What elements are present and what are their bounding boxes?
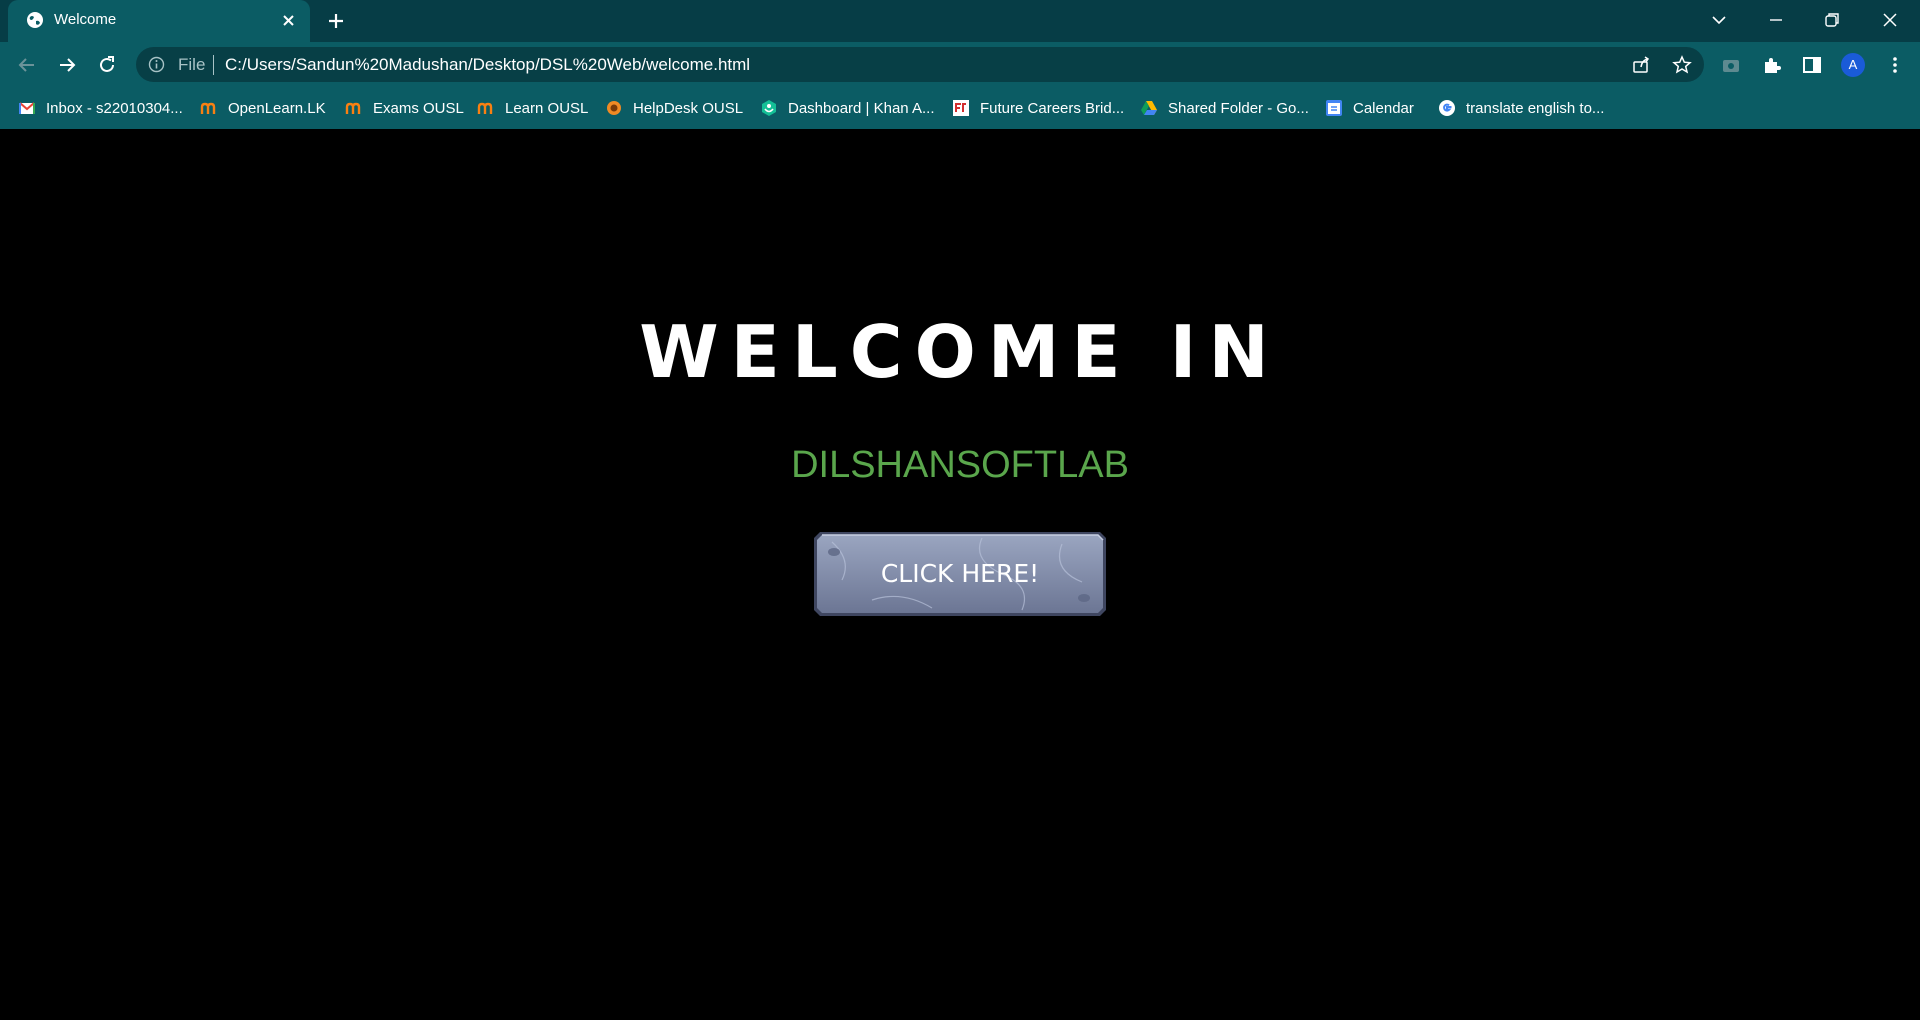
bookmark-item[interactable]: OpenLearn.LK <box>200 96 326 120</box>
moodle-icon <box>345 102 361 114</box>
brand-name: DILSHANSOFTLAB <box>791 444 1129 486</box>
profile-avatar[interactable]: A <box>1841 53 1865 77</box>
bookmark-item[interactable]: Future Careers Brid... <box>952 96 1124 120</box>
close-tab-icon[interactable] <box>280 12 297 29</box>
scheme-divider <box>213 55 214 75</box>
bookmarks-bar: Inbox - s22010304... OpenLearn.LK Exams … <box>0 88 1920 130</box>
screenshot-disabled-icon[interactable] <box>1720 54 1742 76</box>
bookmark-item[interactable]: Exams OUSL <box>345 96 464 120</box>
url-text[interactable]: C:/Users/Sandun%20Madushan/Desktop/DSL%2… <box>225 55 750 75</box>
khan-academy-icon <box>762 100 776 116</box>
moodle-icon <box>477 102 493 114</box>
bookmark-item[interactable]: Dashboard | Khan A... <box>760 96 935 120</box>
active-tab[interactable]: Welcome <box>8 0 310 43</box>
site-info-icon[interactable] <box>148 56 165 73</box>
share-icon[interactable] <box>1630 54 1652 76</box>
new-tab-icon[interactable] <box>326 11 346 31</box>
bookmark-star-icon[interactable] <box>1671 54 1693 76</box>
globe-icon <box>27 12 43 28</box>
click-here-label: CLICK HERE! <box>880 559 1040 588</box>
future-careers-icon <box>953 100 969 116</box>
tab-strip: Welcome <box>0 0 1920 43</box>
page-content: WELCOME IN DILSHANSOFTLAB CLICK HERE! <box>0 129 1920 1020</box>
back-icon[interactable] <box>16 54 38 76</box>
bookmark-item[interactable]: HelpDesk OUSL <box>605 96 743 120</box>
bookmark-item[interactable]: translate english to... <box>1438 96 1604 120</box>
extensions-icon[interactable] <box>1761 54 1783 76</box>
gmail-icon <box>19 102 35 114</box>
scheme-label: File <box>178 55 206 74</box>
page-title: WELCOME IN <box>639 310 1281 394</box>
tab-search-icon[interactable] <box>1707 8 1731 32</box>
click-here-button[interactable]: CLICK HERE! <box>812 530 1108 618</box>
moodle-icon <box>200 102 216 114</box>
reload-icon[interactable] <box>96 54 118 76</box>
tab-title: Welcome <box>54 11 117 28</box>
bookmark-item[interactable]: Calendar <box>1325 96 1414 120</box>
helpdesk-icon <box>607 101 621 115</box>
minimize-icon[interactable] <box>1764 8 1788 32</box>
google-drive-icon <box>1141 101 1157 115</box>
restore-icon[interactable] <box>1820 8 1844 32</box>
address-bar[interactable]: File C:/Users/Sandun%20Madushan/Desktop/… <box>136 47 1704 82</box>
side-panel-icon[interactable] <box>1801 54 1823 76</box>
forward-icon[interactable] <box>56 54 78 76</box>
browser-toolbar: File C:/Users/Sandun%20Madushan/Desktop/… <box>0 42 1920 88</box>
bookmark-item[interactable]: Inbox - s22010304... <box>18 96 183 120</box>
browser-chrome: Welcome File C:/Users/Sandun%20Madushan/… <box>0 0 1920 130</box>
bookmark-item[interactable]: Shared Folder - Go... <box>1140 96 1309 120</box>
menu-icon[interactable] <box>1884 54 1906 76</box>
close-window-icon[interactable] <box>1878 8 1902 32</box>
bookmark-item[interactable]: Learn OUSL <box>477 96 588 120</box>
google-icon <box>1439 100 1455 116</box>
google-calendar-icon <box>1326 100 1342 116</box>
